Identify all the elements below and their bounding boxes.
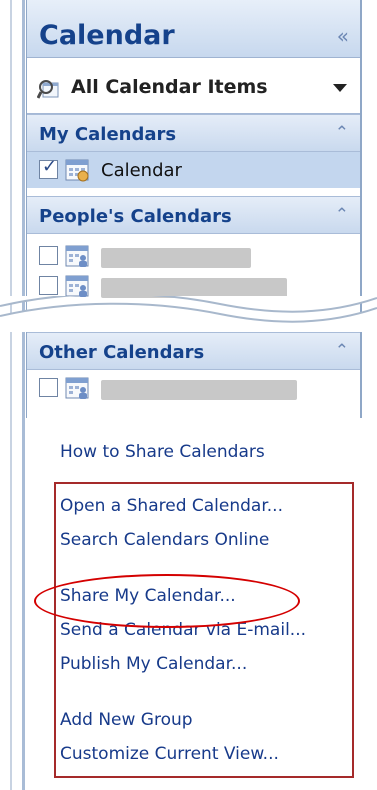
- pane-title: Calendar: [39, 20, 175, 51]
- how-to-share-link[interactable]: How to Share Calendars: [60, 442, 265, 462]
- redacted-name: [101, 278, 287, 298]
- group-header-other-calendars[interactable]: Other Calendars ⌃: [27, 332, 360, 370]
- group-title: People's Calendars: [39, 206, 232, 227]
- calendar-checkbox[interactable]: [39, 246, 58, 265]
- calendar-checkbox[interactable]: [39, 276, 58, 295]
- redacted-name: [101, 380, 297, 400]
- highlight-box: [54, 482, 354, 778]
- redacted-name: [101, 248, 251, 268]
- calendar-icon: [65, 159, 89, 182]
- group-header-peoples-calendars[interactable]: People's Calendars ⌃: [27, 196, 360, 234]
- pane-header: Calendar «: [27, 0, 360, 58]
- view-selector-label: All Calendar Items: [71, 76, 268, 98]
- other-calendar-item[interactable]: [27, 370, 360, 406]
- calendar-item-label: Calendar: [101, 160, 182, 181]
- checkmark-icon: ✓: [42, 156, 58, 177]
- edge-line: [10, 0, 12, 790]
- group-collapse-icon[interactable]: ⌃: [335, 123, 349, 143]
- highlight-oval: [34, 574, 300, 628]
- shared-calendar-icon: [65, 377, 89, 399]
- group-header-my-calendars[interactable]: My Calendars ⌃: [27, 114, 360, 152]
- collapse-pane-icon[interactable]: «: [337, 24, 349, 48]
- dropdown-arrow-icon[interactable]: [333, 84, 347, 92]
- view-selector[interactable]: All Calendar Items: [27, 60, 360, 114]
- window-left-edge: [0, 0, 26, 790]
- edge-line: [22, 0, 25, 790]
- shared-calendar-icon: [65, 245, 89, 267]
- calendar-checkbox[interactable]: [39, 378, 58, 397]
- group-title: Other Calendars: [39, 342, 205, 363]
- calendar-checkbox[interactable]: ✓: [39, 156, 58, 179]
- torn-edge-divider: [0, 296, 377, 332]
- magnifier-calendar-icon: [37, 80, 59, 99]
- group-collapse-icon[interactable]: ⌃: [335, 341, 349, 361]
- group-title: My Calendars: [39, 124, 177, 145]
- calendar-item[interactable]: ✓ Calendar: [27, 152, 360, 188]
- navigation-frame: Calendar « All Calendar Items My Calenda…: [0, 0, 377, 790]
- group-collapse-icon[interactable]: ⌃: [335, 205, 349, 225]
